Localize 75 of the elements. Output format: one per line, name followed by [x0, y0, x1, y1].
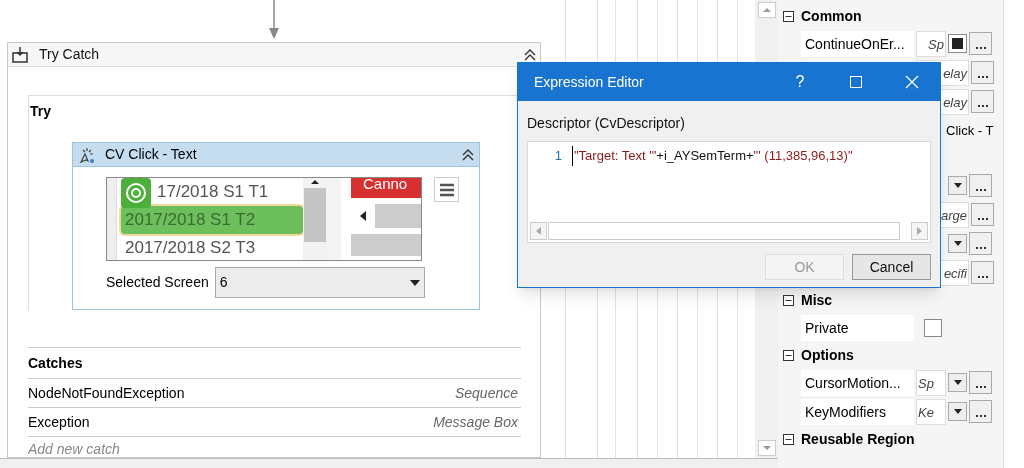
dialog-title: Expression Editor — [533, 72, 645, 92]
checkbox[interactable] — [948, 34, 967, 53]
checkbox[interactable] — [924, 318, 942, 337]
ellipsis-button[interactable] — [971, 261, 994, 284]
descriptor-label: Descriptor (CvDescriptor) — [527, 114, 686, 133]
ellipsis-button[interactable] — [969, 371, 992, 394]
category-label: Common — [801, 6, 862, 26]
ellipsis-button[interactable] — [969, 232, 992, 255]
expression-code[interactable]: "Target: Text '"+i_AYSemTerm+"' (11,385,96,13)" — [572, 146, 853, 166]
list-item: 2017/2018 S2 T3 — [124, 237, 257, 259]
try-label: Try — [29, 102, 52, 121]
dropdown-arrow-icon — [953, 380, 962, 385]
dropdown-button[interactable] — [948, 234, 967, 253]
property-name: KeyModifiers — [801, 398, 914, 425]
ellipsis-button[interactable] — [969, 400, 992, 423]
add-catch-link[interactable]: Add new catch — [28, 437, 120, 455]
property-name: Private — [801, 314, 914, 341]
property-value[interactable]: Ke — [916, 398, 946, 425]
dropdown-arrow-icon — [953, 241, 962, 246]
collapse-icon[interactable] — [783, 433, 794, 445]
catch-handler: Sequence — [454, 383, 519, 403]
ellipsis-button[interactable] — [971, 90, 994, 113]
ellipsis-button[interactable] — [971, 61, 994, 84]
horizontal-scrollbar[interactable] — [530, 222, 928, 240]
exception-name: Exception — [28, 412, 91, 432]
exception-name: NodeNotFoundException — [28, 383, 186, 403]
selected-screen-dropdown[interactable]: 6 — [214, 267, 425, 298]
category-label: Misc — [801, 290, 833, 310]
left-arrow-icon — [360, 211, 366, 221]
cursor-click-icon — [77, 145, 97, 164]
menu-button[interactable] — [434, 177, 459, 202]
try-catch-icon — [11, 45, 29, 64]
scroll-down-icon — [757, 440, 776, 456]
catch-handler: Message Box — [433, 412, 519, 432]
maximize-icon — [850, 76, 862, 88]
dropdown-button[interactable] — [948, 402, 967, 421]
property-name: CursorMotion... — [801, 369, 914, 396]
activity-title: CV Click - Text — [105, 145, 198, 164]
flow-arrow — [267, 0, 280, 40]
collapse-icon[interactable] — [783, 294, 794, 306]
ellipsis-button[interactable] — [969, 174, 992, 197]
property-value[interactable]: Sp — [916, 30, 946, 57]
horizontal-scrollbar[interactable] — [0, 458, 778, 468]
dropdown-arrow-icon — [409, 279, 420, 286]
scroll-up-icon — [310, 178, 320, 186]
list-item: 2017/2018 S1 T2 — [121, 206, 303, 234]
close-icon — [905, 75, 919, 89]
catches-label: Catches — [28, 348, 521, 379]
list-item: 17/2018 S1 T1 — [156, 181, 270, 203]
collapse-icon[interactable] — [783, 349, 794, 361]
collapse-icon[interactable] — [523, 48, 537, 61]
dropdown-button[interactable] — [948, 176, 967, 195]
ellipsis-button[interactable] — [971, 203, 994, 226]
scroll-thumb — [304, 188, 326, 242]
dropdown-button[interactable] — [948, 373, 967, 392]
dialog-button[interactable]: Cancel — [852, 254, 931, 280]
try-catch-title: Try Catch — [39, 45, 101, 64]
property-name: ContinueOnEr... — [801, 30, 914, 57]
scroll-left-icon — [536, 227, 541, 235]
selected-screen-label: Selected Screen — [106, 273, 209, 292]
dropdown-arrow-icon — [953, 183, 962, 188]
menu-icon — [438, 182, 455, 197]
dropdown-arrow-icon — [953, 409, 962, 414]
scroll-right-icon — [917, 227, 922, 235]
scroll-up-icon — [757, 2, 776, 18]
line-number: 1 — [553, 147, 563, 165]
help-button[interactable]: ? — [772, 63, 828, 101]
category-label: Options — [801, 345, 854, 365]
property-value[interactable]: Sp — [916, 369, 946, 396]
expression-editor[interactable]: 1 "Target: Text '"+i_AYSemTerm+"' (11,385,96,13)" — [527, 141, 931, 243]
property-value[interactable]: Click - T — [946, 120, 994, 141]
ellipsis-button[interactable] — [969, 32, 992, 55]
collapse-icon[interactable] — [783, 10, 794, 22]
category-label: Reusable Region — [801, 429, 915, 449]
collapse-icon[interactable] — [461, 148, 475, 161]
